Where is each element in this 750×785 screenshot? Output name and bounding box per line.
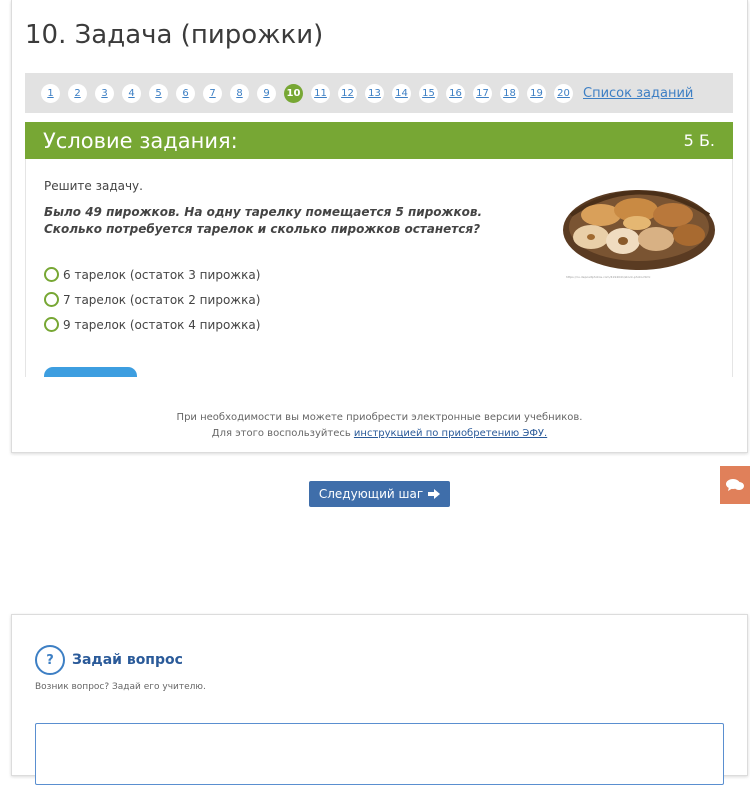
radio-button[interactable] (44, 267, 59, 282)
task-question: Было 49 пирожков. На одну тарелку помеща… (44, 205, 483, 236)
task-number-3[interactable]: 3 (95, 83, 114, 103)
task-list-link[interactable]: Список заданий (583, 86, 693, 101)
task-number-7[interactable]: 7 (203, 83, 222, 103)
task-instruction: Решите задачу. (44, 179, 143, 193)
footer-note: При необходимости вы можете приобрести э… (12, 410, 747, 442)
task-number-15[interactable]: 15 (419, 83, 438, 103)
radio-button[interactable] (44, 317, 59, 332)
task-number-4[interactable]: 4 (122, 83, 141, 103)
page-title: 10. Задача (пирожки) (25, 20, 324, 50)
ask-question-title: Задай вопрос (72, 652, 183, 668)
task-number-18[interactable]: 18 (500, 83, 519, 103)
task-number-17[interactable]: 17 (473, 83, 492, 103)
answer-option-label: 6 тарелок (остаток 3 пирожка) (63, 267, 261, 282)
footer-line-2: Для этого воспользуйтесь инструкцией по … (12, 426, 747, 442)
condition-score: 5 Б. (683, 131, 715, 150)
task-number-10-active[interactable]: 10 (284, 83, 303, 103)
task-number-16[interactable]: 16 (446, 83, 465, 103)
task-number-19[interactable]: 19 (527, 83, 546, 103)
footer-line-1: При необходимости вы можете приобрести э… (176, 412, 583, 423)
answer-option-label: 9 тарелок (остаток 4 пирожка) (63, 317, 261, 332)
question-icon: ? (35, 645, 65, 675)
task-number-14[interactable]: 14 (392, 83, 411, 103)
task-navigation: 1 2 3 4 5 6 7 8 9 10 11 12 13 14 15 16 1… (25, 73, 733, 113)
answer-option-3[interactable]: 9 тарелок (остаток 4 пирожка) (44, 317, 260, 332)
pastry-basket-image (563, 190, 715, 270)
task-number-11[interactable]: 11 (311, 83, 330, 103)
task-number-1[interactable]: 1 (41, 83, 60, 103)
task-number-20[interactable]: 20 (554, 83, 573, 103)
ask-question-subtitle: Возник вопрос? Задай его учителю. (35, 682, 206, 692)
condition-body: Решите задачу. Было 49 пирожков. На одну… (25, 159, 733, 377)
answer-option-label: 7 тарелок (остаток 2 пирожка) (63, 292, 261, 307)
task-number-13[interactable]: 13 (365, 83, 384, 103)
task-number-5[interactable]: 5 (149, 83, 168, 103)
footer-line-2-prefix: Для этого воспользуйтесь (211, 428, 354, 439)
answer-option-2[interactable]: 7 тарелок (остаток 2 пирожка) (44, 292, 260, 307)
ask-question-card: ? Задай вопрос Возник вопрос? Задай его … (11, 614, 748, 785)
answer-option-1[interactable]: 6 тарелок (остаток 3 пирожка) (44, 267, 260, 282)
chat-bubbles-icon (726, 479, 744, 491)
radio-button[interactable] (44, 292, 59, 307)
condition-title: Условие задания: (43, 128, 238, 153)
next-step-label: Следующий шаг (318, 487, 424, 501)
chat-tab[interactable] (720, 466, 750, 504)
image-caption: https://ru.depositphotos.com/4194041/sto… (566, 275, 651, 279)
efu-instruction-link[interactable]: инструкцией по приобретению ЭФУ. (354, 428, 547, 439)
question-textarea[interactable] (35, 723, 724, 785)
task-card: 10. Задача (пирожки) 1 2 3 4 5 6 7 8 9 1… (11, 0, 748, 453)
task-number-6[interactable]: 6 (176, 83, 195, 103)
task-number-9[interactable]: 9 (257, 83, 276, 103)
task-number-8[interactable]: 8 (230, 83, 249, 103)
arrow-right-icon (428, 489, 441, 499)
condition-header: Условие задания: 5 Б. (25, 122, 733, 159)
task-number-12[interactable]: 12 (338, 83, 357, 103)
next-step-button[interactable]: Следующий шаг (309, 481, 450, 507)
submit-answer-button[interactable] (44, 367, 137, 377)
task-number-2[interactable]: 2 (68, 83, 87, 103)
